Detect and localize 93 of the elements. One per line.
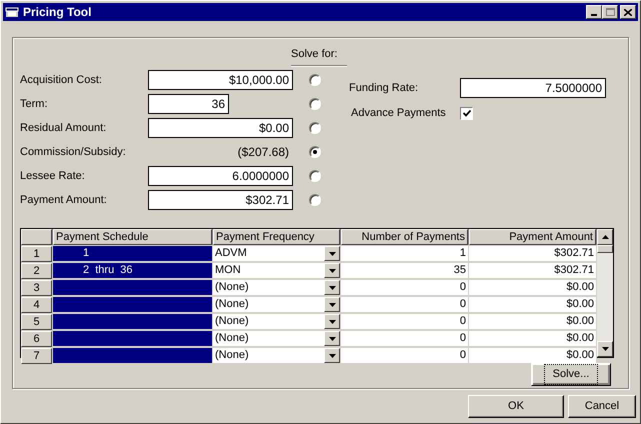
table-cell[interactable]: 1 [53,246,212,261]
radio-button[interactable] [309,98,321,110]
row-header[interactable]: 6 [21,331,52,347]
check-icon [462,110,470,116]
scroll-down-button[interactable] [597,341,613,357]
radio-button[interactable] [309,122,321,134]
dropdown-cell[interactable]: (None) [213,348,340,363]
down-arrow-icon [328,252,336,256]
dropdown-button[interactable] [324,348,340,363]
dialog-button[interactable]: Cancel [568,395,636,418]
dropdown-button[interactable] [324,331,340,346]
dropdown-button[interactable] [324,280,340,295]
radio-button[interactable] [309,170,321,182]
dropdown-cell[interactable]: MON [213,263,340,278]
column-header[interactable]: Number of Payments [341,229,468,245]
field-label: Residual Amount: [20,120,108,136]
field-label: Payment Amount: [20,192,108,208]
dialog-button[interactable]: OK [468,395,564,418]
table-cell[interactable]: 0 [341,297,468,312]
table-cell[interactable]: 0 [341,314,468,329]
down-arrow-icon [328,286,336,290]
table-cell[interactable]: 0 [341,280,468,295]
down-arrow-icon [328,268,336,272]
table-cell[interactable]: 2 thru 36 [53,263,212,278]
table-cell[interactable]: 0 [341,348,468,363]
field-label: Lessee Rate: [20,168,86,184]
table-cell[interactable] [53,280,212,295]
minimize-button[interactable] [586,5,602,19]
table-cell[interactable] [53,314,212,329]
row-header[interactable]: 2 [21,263,52,279]
window-title: Pricing Tool [23,4,92,21]
table-cell[interactable]: $302.71 [469,246,596,261]
row-header[interactable]: 7 [21,348,52,364]
radio-button[interactable] [309,146,321,158]
dropdown-button[interactable] [324,314,340,329]
radio-button[interactable] [309,194,321,206]
scroll-thumb[interactable] [597,245,613,253]
field-label: Commission/Subsidy: [20,144,127,160]
down-arrow-icon [328,336,336,340]
checkbox-label: Advance Payments [350,106,447,121]
row-header[interactable]: 5 [21,314,52,330]
solve-button[interactable]: Solve... [531,363,611,386]
close-button[interactable] [620,5,636,19]
down-arrow-icon [328,320,336,324]
scroll-up-button[interactable] [597,229,613,245]
table-cell[interactable]: $302.71 [469,263,596,278]
solve-for-label: Solve for: [291,46,347,66]
dropdown-cell[interactable]: (None) [213,280,340,295]
dropdown-cell[interactable]: (None) [213,331,340,346]
table-cell[interactable]: 0 [341,331,468,346]
table-cell[interactable] [53,297,212,312]
field-label: Term: [20,96,48,112]
table-cell[interactable]: $0.00 [469,331,596,346]
close-icon [624,8,632,16]
up-arrow-icon [602,235,608,239]
checkbox[interactable] [460,106,473,120]
dropdown-cell[interactable]: (None) [213,314,340,329]
column-header[interactable]: Payment Frequency [213,229,340,245]
down-arrow-icon [602,347,608,351]
field-label: Acquisition Cost: [20,72,103,88]
table-cell[interactable]: $0.00 [469,314,596,329]
dropdown-cell[interactable]: (None) [213,297,340,312]
maximize-button[interactable] [602,5,618,19]
down-arrow-icon [328,354,336,358]
table-cell[interactable]: 35 [341,263,468,278]
table-cell[interactable]: $0.00 [469,348,596,363]
table-cell[interactable] [53,348,212,363]
value-text: ($207.68) [238,144,289,161]
row-header[interactable]: 4 [21,297,52,313]
funding-rate-field[interactable]: 7.5000000 [460,78,606,98]
input-field[interactable]: 6.0000000 [148,166,293,186]
input-field[interactable]: $0.00 [148,118,293,138]
maximize-icon [606,8,614,16]
dropdown-button[interactable] [324,246,340,261]
dropdown-button[interactable] [324,297,340,312]
row-header[interactable]: 1 [21,246,52,262]
radio-button[interactable] [309,74,321,86]
input-field[interactable]: $10,000.00 [148,70,293,90]
table-cell[interactable]: $0.00 [469,297,596,312]
down-arrow-icon [328,302,336,306]
minimize-icon [591,14,597,16]
table-cell[interactable]: $0.00 [469,280,596,295]
input-field[interactable]: 36 [148,94,229,114]
table-cell[interactable] [53,331,212,346]
column-header[interactable]: Payment Schedule [53,229,212,245]
dropdown-button[interactable] [324,263,340,278]
field-label: Funding Rate: [349,80,420,96]
row-header[interactable]: 3 [21,280,52,296]
dropdown-cell[interactable]: ADVM [213,246,340,261]
input-field[interactable]: $302.71 [148,190,293,210]
column-header[interactable]: Payment Amount [469,229,596,245]
table-cell[interactable]: 1 [341,246,468,261]
scrollbar[interactable] [597,229,613,357]
